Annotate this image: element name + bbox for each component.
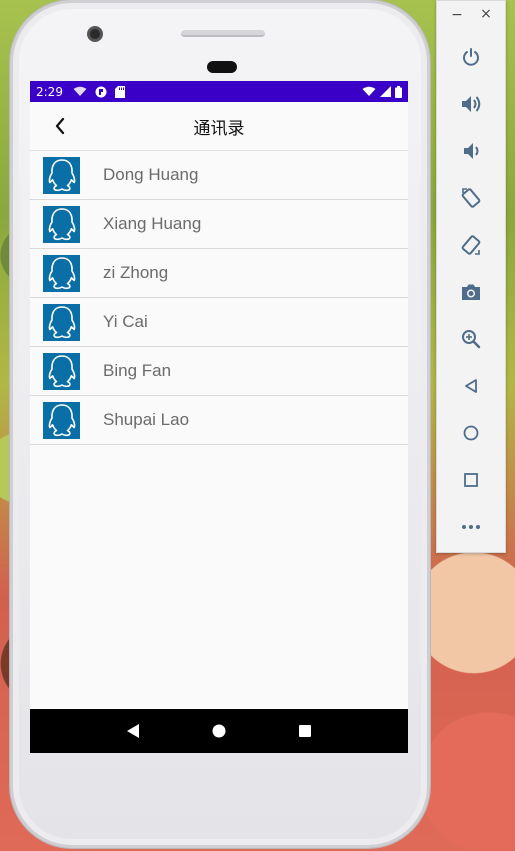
device-screen: 2:29 通讯录 Dong Huang Xiang Huang zi Zhong…	[30, 81, 408, 753]
nav-home-icon[interactable]	[211, 723, 227, 739]
contact-row[interactable]: zi Zhong	[30, 249, 408, 298]
zoom-button[interactable]	[457, 325, 485, 353]
contact-row[interactable]: Xiang Huang	[30, 200, 408, 249]
emulator-overview-button[interactable]	[457, 466, 485, 494]
contact-name: zi Zhong	[103, 263, 169, 282]
contact-name: Bing Fan	[103, 361, 172, 380]
back-icon	[465, 379, 477, 393]
emulator-back-button[interactable]	[457, 372, 485, 400]
contact-row[interactable]: Bing Fan	[30, 347, 408, 396]
sd-card-icon	[114, 85, 125, 98]
rotate-left-icon	[461, 188, 481, 208]
minimize-button[interactable]: −	[451, 7, 463, 23]
contact-row[interactable]: Shupai Lao	[30, 396, 408, 445]
contact-row[interactable]: Yi Cai	[30, 298, 408, 347]
power-button[interactable]	[457, 43, 485, 71]
overview-icon	[464, 473, 478, 487]
qq-penguin-icon	[48, 355, 75, 388]
contact-name: Shupai Lao	[103, 410, 190, 429]
qq-penguin-icon	[48, 257, 75, 290]
volume-up-icon	[462, 96, 481, 112]
qq-penguin-icon	[48, 208, 75, 241]
zoom-icon	[462, 330, 481, 349]
signal-icon	[380, 86, 391, 97]
nav-back-icon[interactable]	[125, 723, 141, 739]
wifi-icon	[362, 86, 376, 96]
battery-icon	[395, 85, 402, 98]
contact-name: Xiang Huang	[103, 214, 202, 233]
avatar	[43, 156, 80, 194]
more-icon	[462, 525, 480, 529]
data-saver-icon	[95, 86, 107, 97]
contact-name: Dong Huang	[103, 165, 199, 184]
qq-penguin-icon	[48, 404, 75, 437]
more-options-button[interactable]	[457, 513, 485, 541]
avatar	[43, 352, 80, 390]
qq-penguin-icon	[48, 159, 75, 192]
qq-penguin-icon	[48, 306, 75, 339]
camera-icon	[462, 284, 480, 300]
earpiece-speaker	[181, 30, 265, 37]
emulator-toolbar: − ×	[436, 0, 506, 553]
status-bar: 2:29	[30, 81, 408, 102]
contact-list: Dong Huang Xiang Huang zi Zhong Yi Cai B…	[30, 150, 408, 445]
emulator-home-button[interactable]	[457, 419, 485, 447]
rotate-right-icon	[461, 235, 481, 255]
wifi-question-icon	[73, 86, 87, 96]
avatar	[43, 303, 80, 341]
avatar	[43, 205, 80, 243]
power-icon	[463, 48, 479, 66]
rotate-left-button[interactable]	[457, 184, 485, 212]
home-icon	[463, 425, 479, 441]
page-title: 通讯录	[193, 118, 245, 139]
navigation-bar	[30, 709, 408, 753]
app-bar: 通讯录	[30, 102, 408, 150]
contact-name: Yi Cai	[103, 312, 148, 331]
back-button[interactable]	[48, 114, 72, 138]
volume-up-button[interactable]	[457, 90, 485, 118]
close-button[interactable]: ×	[479, 6, 493, 22]
avatar	[43, 401, 80, 439]
nav-overview-icon[interactable]	[297, 723, 313, 739]
screenshot-button[interactable]	[457, 278, 485, 306]
rotate-right-button[interactable]	[457, 231, 485, 259]
volume-down-button[interactable]	[457, 137, 485, 165]
avatar	[43, 254, 80, 292]
volume-down-icon	[464, 143, 479, 159]
status-time: 2:29	[36, 84, 63, 99]
contact-row[interactable]: Dong Huang	[30, 151, 408, 200]
proximity-sensor	[207, 61, 237, 73]
front-camera	[87, 26, 103, 42]
chevron-left-icon	[55, 117, 65, 135]
